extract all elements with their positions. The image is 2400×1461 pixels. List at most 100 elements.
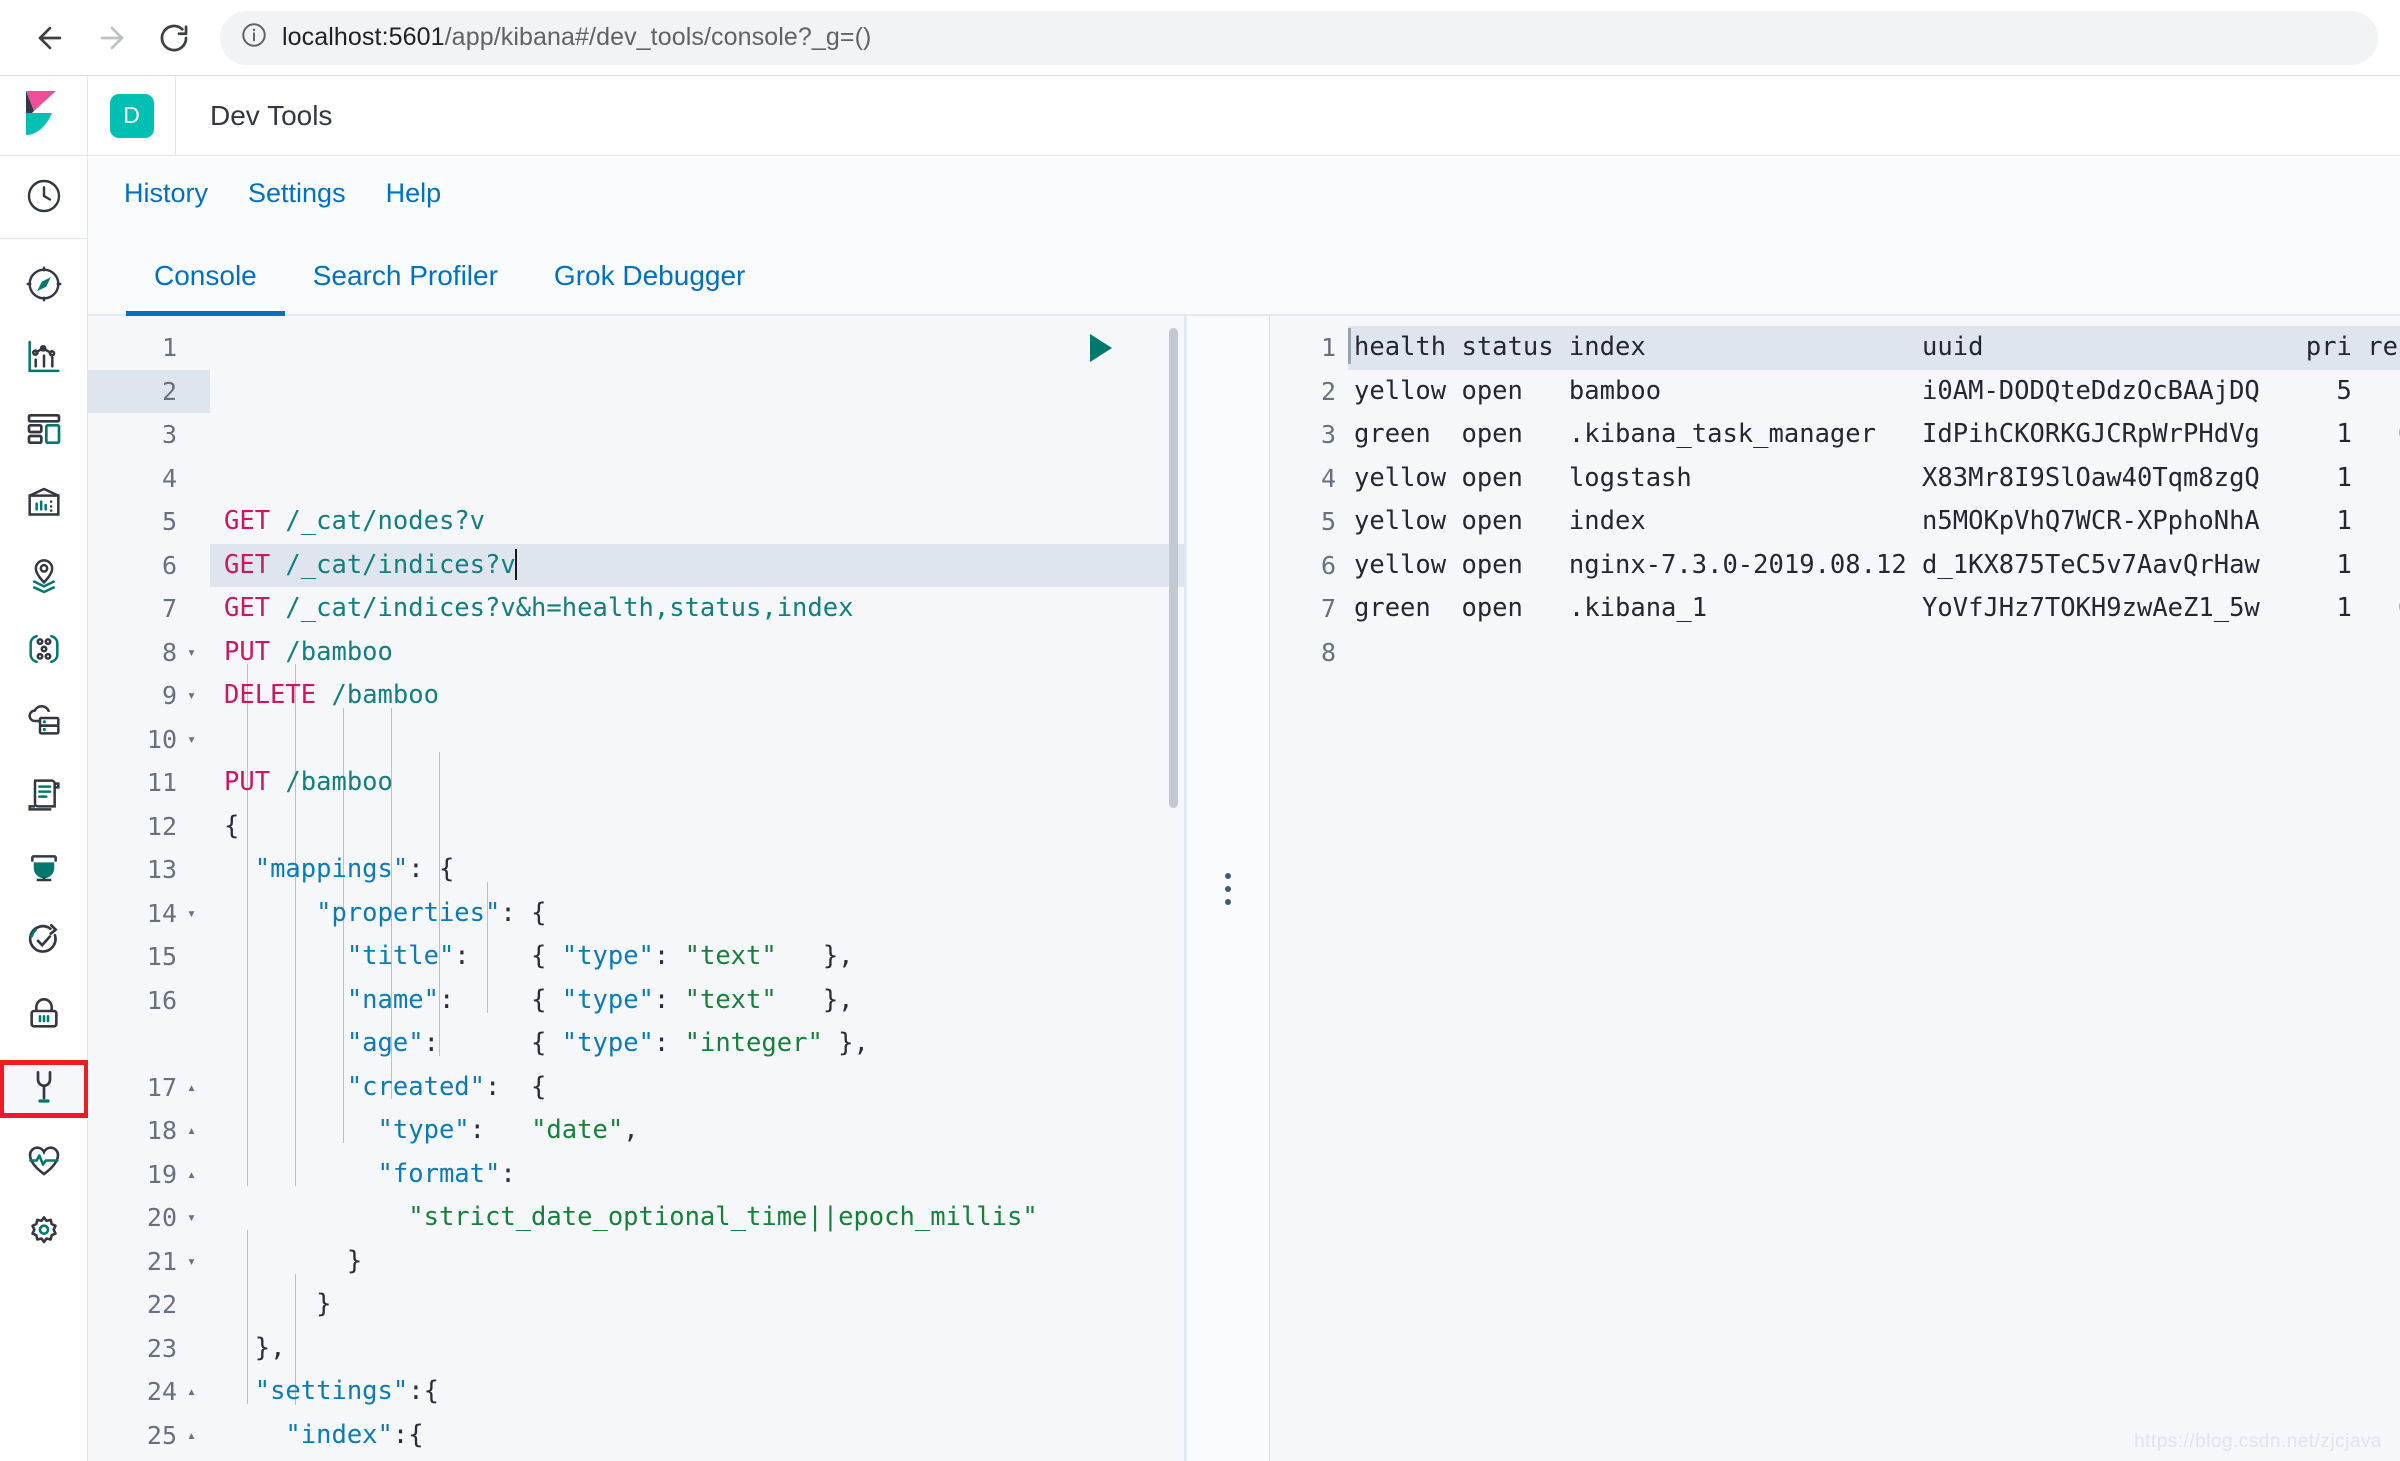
editor-line-number: 23▾ (88, 1327, 210, 1371)
code-fold-toggle-icon[interactable]: ▾ (185, 905, 198, 921)
output-line-number: 7 (1320, 594, 1336, 623)
gear-icon (24, 1213, 64, 1258)
editor-code-line[interactable]: "index":{ (210, 1414, 1186, 1458)
editor-code-line[interactable]: "created": { (210, 1066, 1186, 1110)
response-output[interactable]: 1 2 3 4 5 6 7 8 health status index uuid pri re… (1270, 316, 2400, 1461)
editor-line-number: 20 ▾ (88, 1196, 210, 1240)
code-fold-toggle-icon[interactable]: ▴ (185, 1166, 198, 1182)
editor-code-line[interactable]: { (210, 805, 1186, 849)
sidebar-item-logs[interactable] (0, 771, 88, 823)
line-number-value: 2 (161, 376, 177, 406)
code-fold-toggle-icon[interactable]: ▴ (185, 1427, 198, 1443)
sidebar-item-uptime[interactable] (0, 917, 88, 969)
line-number-value: 25 (146, 1420, 177, 1450)
nav-link-settings[interactable]: Settings (248, 178, 346, 209)
sidebar-item-dev-tools[interactable] (0, 1060, 89, 1118)
uptime-check-icon (24, 921, 64, 966)
editor-code-line[interactable]: "properties": { (210, 892, 1186, 936)
page-title: Dev Tools (210, 99, 333, 131)
editor-scrollbar[interactable] (1169, 328, 1178, 808)
editor-code-line[interactable]: "strict_date_optional_time||epoch_millis… (210, 1196, 1186, 1240)
editor-code-line[interactable]: "type": "date", (210, 1109, 1186, 1153)
code-fold-toggle-icon[interactable]: ▾ (185, 688, 198, 703)
back-arrow-icon (33, 21, 67, 55)
editor-code-line[interactable]: GET /_cat/nodes?v (210, 500, 1186, 544)
output-line-number: 3 (1320, 420, 1336, 449)
editor-code-line[interactable]: GET /_cat/indices?v&h=health,status,inde… (210, 587, 1186, 631)
sidebar-item-apm[interactable] (0, 844, 88, 896)
editor-code-line[interactable]: PUT /bamboo (210, 761, 1186, 805)
editor-code-line[interactable]: "title": { "type": "text" }, (210, 935, 1186, 979)
code-fold-toggle-icon[interactable]: ▾ (185, 644, 198, 660)
line-number-value: 11 (146, 768, 177, 797)
editor-code-line[interactable]: "age": { "type": "integer" }, (210, 1022, 1186, 1066)
line-number-value: 24 (146, 1377, 177, 1406)
sidebar-item-machine-learning[interactable] (0, 625, 88, 677)
sidebar-item-canvas[interactable] (0, 479, 88, 531)
sidebar-item-dashboard[interactable] (0, 406, 88, 458)
code-fold-toggle-icon[interactable]: ▴ (185, 1123, 198, 1138)
editor-line-number: 9 ▾ (88, 674, 210, 718)
tab-console[interactable]: Console (126, 260, 285, 316)
sidebar-item-visualize[interactable] (0, 333, 88, 385)
sidebar-item-siem[interactable] (0, 990, 88, 1042)
code-fold-toggle-icon[interactable]: ▴ (185, 1384, 198, 1399)
editor-code-line[interactable]: "name": { "type": "text" }, (210, 979, 1186, 1023)
sidebar-item-discover[interactable] (0, 260, 88, 312)
code-fold-toggle-icon[interactable]: ▾ (185, 1210, 198, 1225)
editor-line-number: 18 ▴ (88, 1109, 210, 1153)
line-number-value: 23 (146, 1333, 177, 1363)
editor-code-line[interactable]: "format": (210, 1153, 1186, 1197)
wrench-actions-icon[interactable] (1140, 316, 1186, 417)
infrastructure-server-icon (24, 702, 64, 747)
pane-splitter[interactable] (1186, 316, 1270, 1461)
editor-code-line[interactable]: GET /_cat/indices?v (210, 543, 1186, 587)
sidebar-item-management[interactable] (0, 1209, 88, 1261)
code-fold-toggle-icon[interactable]: ▾ (185, 731, 198, 747)
editor-line-number: 26▴ (88, 1457, 210, 1461)
drag-handle-dots-icon[interactable] (1225, 872, 1231, 905)
editor-code-line[interactable]: PUT /bamboo (210, 631, 1186, 675)
sidebar-item-infrastructure[interactable] (0, 698, 88, 750)
watermark: https://blog.csdn.net/zjcjava (2134, 1431, 2382, 1452)
editor-code[interactable]: GET /_cat/nodes?v GET /_cat/indices?v GET … (210, 316, 1186, 1461)
sidebar-item-monitoring[interactable] (0, 1136, 88, 1188)
reload-icon (157, 21, 191, 55)
editor-code-line[interactable]: } (210, 1283, 1186, 1327)
line-number-value: 15 (146, 942, 177, 971)
sidebar-item-maps[interactable] (0, 552, 88, 604)
dev-tools-tabs: Console Search Profiler Grok Debugger (88, 230, 2400, 316)
editor-code-line[interactable]: DELETE /bamboo (210, 674, 1186, 718)
line-number-value: 8 (161, 637, 177, 667)
editor-code-line[interactable] (210, 718, 1186, 762)
editor-line-number: 17 ▴ (88, 1066, 210, 1110)
reload-button[interactable] (146, 10, 202, 66)
info-circle-icon[interactable] (240, 21, 268, 54)
wrench-icon (24, 1067, 64, 1112)
line-number-value: 19 (146, 1159, 177, 1189)
back-button[interactable] (22, 10, 78, 66)
line-number-value: 14 (146, 898, 177, 928)
address-bar[interactable]: localhost:5601/app/kibana#/dev_tools/con… (220, 10, 2378, 65)
play-send-request-icon[interactable] (1090, 333, 1112, 362)
editor-code-line[interactable]: } (210, 1240, 1186, 1284)
tab-search-profiler[interactable]: Search Profiler (285, 260, 526, 314)
editor-line-number: 11▾ (88, 761, 210, 805)
nav-link-history[interactable]: History (124, 178, 208, 209)
output-row: green open .kibana_task_manager IdPihCKO… (1354, 419, 2400, 449)
nav-link-help[interactable]: Help (386, 178, 442, 209)
editor-code-line[interactable]: "number_of_shards": 5, (210, 1457, 1186, 1461)
sidebar-item-recently-viewed[interactable] (0, 172, 88, 224)
editor-line-number: 4▾ (88, 457, 210, 501)
editor-code-line[interactable]: }, (210, 1327, 1186, 1371)
code-fold-toggle-icon[interactable]: ▾ (185, 1253, 198, 1269)
request-editor[interactable]: 1▾2▾3▾4▾5▾6▾7▾8▾9▾10▾11▾12▾13▾14▾15▾16▾▾… (88, 316, 1186, 1461)
code-fold-toggle-icon[interactable]: ▴ (185, 1079, 198, 1095)
kibana-logo-button[interactable] (0, 76, 88, 155)
tab-grok-debugger[interactable]: Grok Debugger (526, 260, 773, 314)
editor-line-number: 16▾ (88, 979, 210, 1023)
editor-code-line[interactable]: "settings":{ (210, 1370, 1186, 1414)
output-line-number: 8 (1320, 637, 1336, 667)
forward-button[interactable] (84, 10, 140, 66)
editor-code-line[interactable]: "mappings": { (210, 848, 1186, 892)
